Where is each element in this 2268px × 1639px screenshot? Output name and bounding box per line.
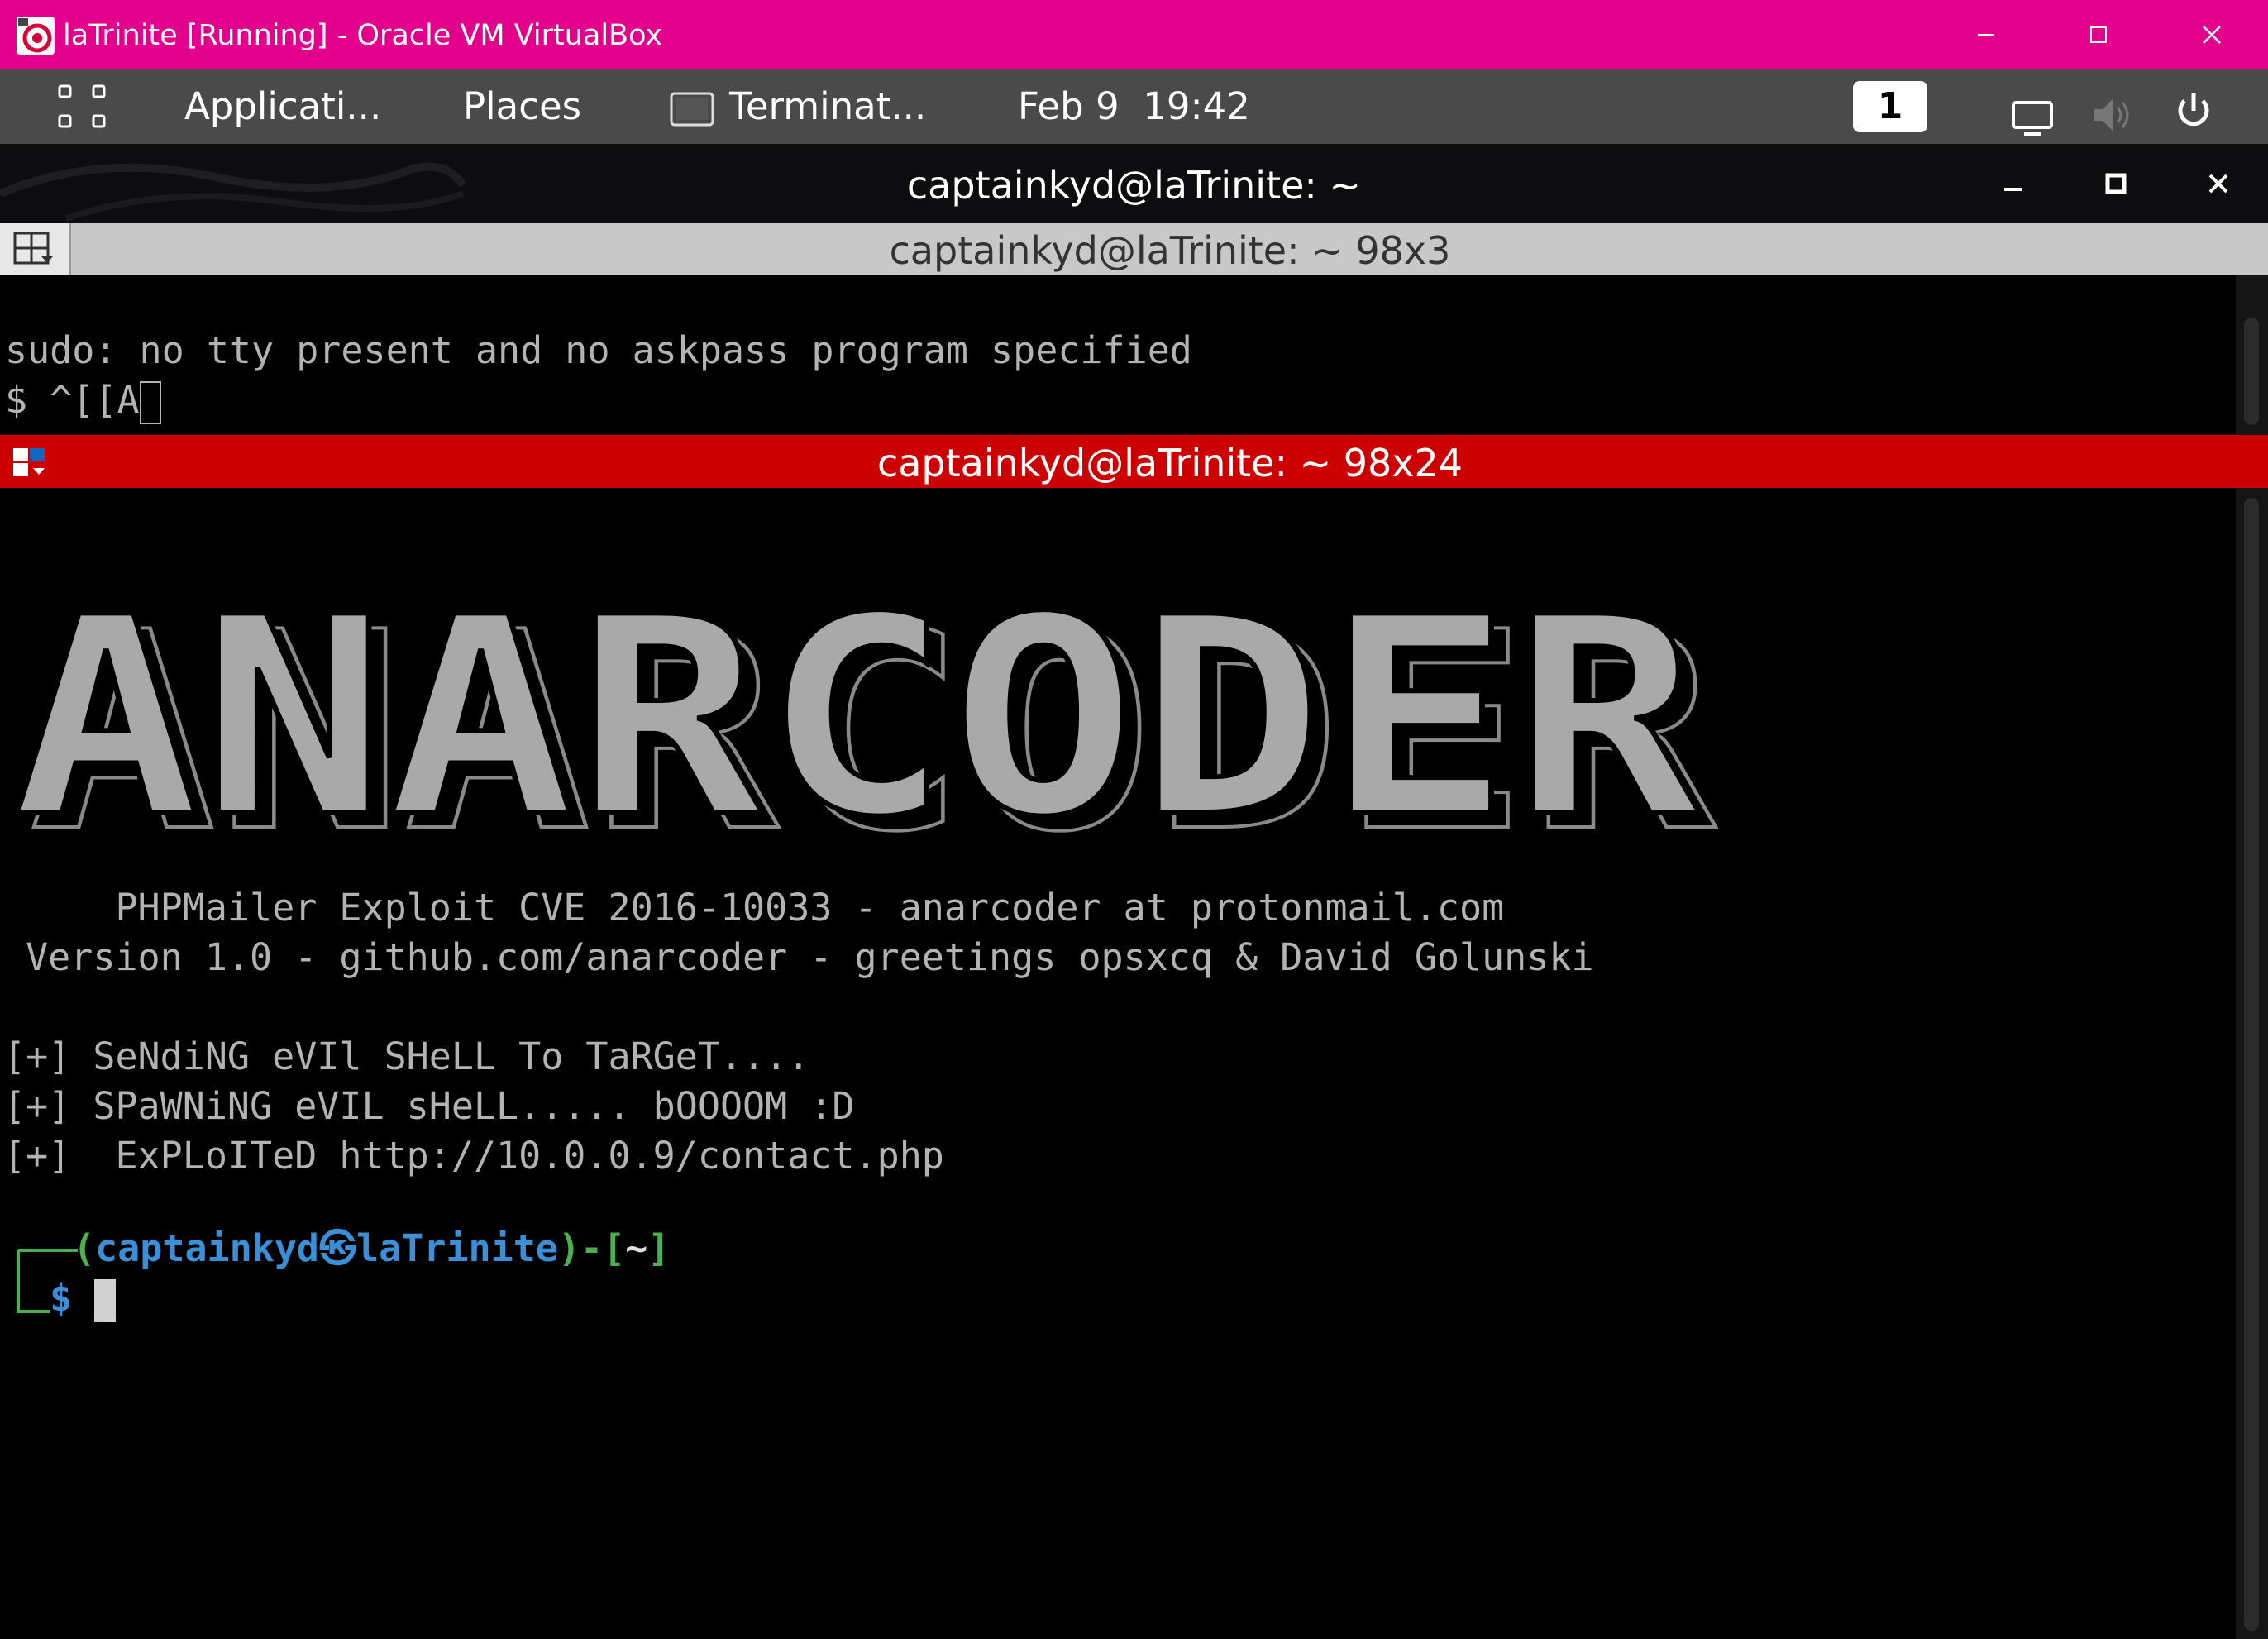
prompt-cwd: ~: [625, 1226, 648, 1270]
terminal-line-text: $ ^[[A: [5, 378, 140, 422]
maximize-icon[interactable]: [2057, 0, 2140, 69]
volume-icon[interactable]: [2091, 86, 2134, 131]
pane2-scrollbar[interactable]: [2236, 488, 2268, 1639]
terminal-line: sudo: no tty present and no askpass prog…: [5, 328, 1192, 372]
status-line: [+] ExPLoITeD http://10.0.0.9/contact.ph…: [3, 1134, 944, 1178]
terminal-cursor: [94, 1279, 117, 1322]
banner-text: ANARCODER: [12, 564, 1702, 870]
clock-date: Feb 9: [1018, 84, 1120, 128]
terminal-window-title: captainkyd@laTrinite: ~: [906, 163, 1362, 208]
pane2-header[interactable]: captainkyd@laTrinite: ~ 98x24: [0, 435, 2268, 488]
pane2-title: captainkyd@laTrinite: ~ 98x24: [876, 441, 1463, 485]
taskbar-terminal-button[interactable]: Terminat...: [670, 69, 926, 144]
host-window-titlebar: laTrinite [Running] - Oracle VM VirtualB…: [0, 0, 2268, 69]
prompt-separator: ㉿: [319, 1226, 357, 1270]
terminal-close-icon[interactable]: [2189, 144, 2247, 223]
terminal-titlebar: captainkyd@laTrinite: ~: [0, 144, 2268, 223]
terminal-maximize-icon[interactable]: [2087, 144, 2145, 223]
virtualbox-vm-icon: [17, 17, 55, 55]
prompt-host: laTrinite: [356, 1226, 558, 1270]
prompt-input-line[interactable]: $: [50, 1273, 117, 1323]
anarcoder-banner: ANARCODER ANARCODER: [10, 564, 1720, 870]
clock-time: 19:42: [1143, 84, 1250, 128]
scrollbar-thumb[interactable]: [2244, 498, 2259, 1631]
hollow-cursor: [139, 381, 161, 424]
power-icon[interactable]: [2173, 84, 2214, 129]
terminal-icon: [670, 92, 714, 127]
workspace-switcher[interactable]: 1: [1853, 81, 1927, 132]
prompt-line: (captainkyd㉿laTrinite)-[~]: [73, 1226, 671, 1270]
clock[interactable]: Feb 9 19:42: [1018, 69, 1250, 144]
close-icon[interactable]: [2170, 0, 2253, 69]
places-menu[interactable]: Places: [463, 69, 581, 144]
prompt-symbol: $: [50, 1276, 73, 1320]
guest-top-panel: Applicati... Places Terminat... Feb 9 19…: [0, 69, 2268, 144]
scrollbar-thumb[interactable]: [2244, 318, 2259, 425]
info-line: PHPMailer Exploit CVE 2016-10033 - anarc…: [3, 886, 1505, 929]
info-line: Version 1.0 - github.com/anarcoder - gre…: [3, 935, 1594, 979]
app-grid-icon[interactable]: [55, 81, 109, 132]
pane1-terminal[interactable]: sudo: no tty present and no askpass prog…: [0, 275, 2236, 435]
terminal-minimize-icon[interactable]: [1984, 144, 2042, 223]
applications-menu[interactable]: Applicati...: [184, 69, 381, 144]
pane2-terminal[interactable]: ANARCODER ANARCODER PHPMailer Exploit CV…: [0, 488, 2236, 1639]
prompt-user: captainkyd: [95, 1226, 320, 1270]
terminal-line: $ ^[[A: [5, 375, 161, 425]
pane1-scrollbar[interactable]: [2236, 275, 2268, 435]
minimize-icon[interactable]: [1945, 0, 2027, 69]
pane1-header[interactable]: captainkyd@laTrinite: ~ 98x3: [0, 223, 2268, 275]
status-line: [+] SPaWNiNG eVIL sHeLL..... bOOOOM :D: [3, 1084, 855, 1128]
host-window-title: laTrinite [Running] - Oracle VM VirtualB…: [63, 19, 663, 52]
display-icon[interactable]: [2011, 88, 2054, 136]
status-line: [+] SeNdiNG eVIl SHeLL To TaRGeT....: [3, 1035, 810, 1078]
pane1-title: captainkyd@laTrinite: ~ 98x3: [889, 228, 1451, 273]
taskbar-terminal-label: Terminat...: [729, 84, 927, 128]
